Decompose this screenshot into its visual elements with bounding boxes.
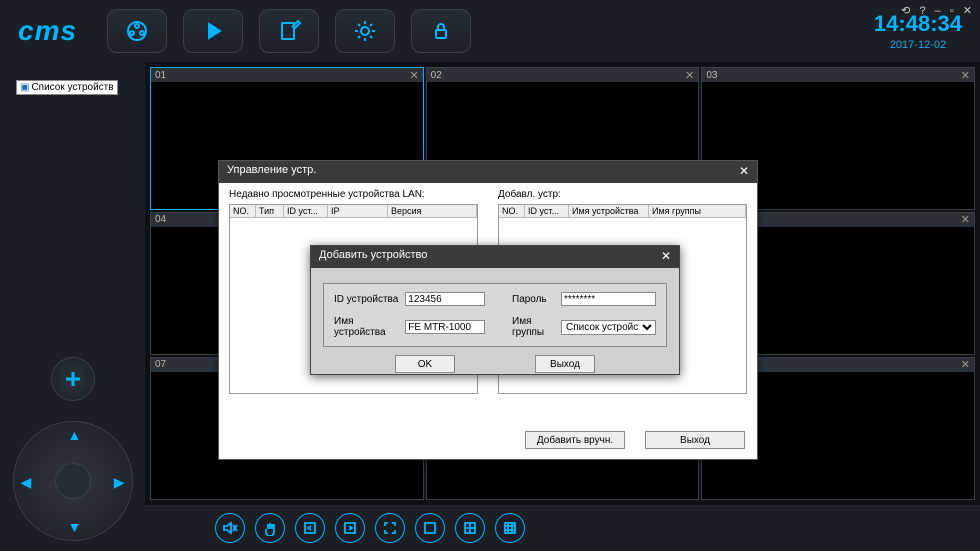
add-button[interactable]	[51, 357, 95, 401]
group-select[interactable]: Список устройств	[561, 320, 656, 335]
clock-date: 2017-12-02	[874, 39, 962, 51]
cell-close[interactable]: ✕	[685, 69, 694, 82]
edit-button[interactable]	[259, 9, 319, 53]
logo: cms	[18, 15, 77, 47]
col-ver[interactable]: Версия	[388, 205, 477, 217]
cell-close[interactable]: ✕	[961, 358, 970, 371]
cell-label: 07	[155, 359, 166, 370]
sync-icon[interactable]: ⟲	[901, 5, 912, 17]
gear-icon	[353, 19, 377, 43]
ptz-down[interactable]: ▼	[68, 519, 82, 535]
cell-close[interactable]: ✕	[409, 69, 418, 82]
grid1-icon	[422, 520, 438, 536]
close-icon[interactable]: ✕	[963, 5, 974, 17]
settings-button[interactable]	[335, 9, 395, 53]
mute-button[interactable]	[215, 513, 245, 543]
col-type[interactable]: Тип	[256, 205, 284, 217]
expand-icon	[382, 520, 398, 536]
lock-icon	[429, 19, 453, 43]
cell-close[interactable]: ✕	[961, 69, 970, 82]
next-icon	[342, 520, 358, 536]
maximize-icon[interactable]: ▫	[950, 5, 956, 17]
prev-page-button[interactable]	[295, 513, 325, 543]
play-button[interactable]	[183, 9, 243, 53]
reel-icon	[125, 19, 149, 43]
col-id[interactable]: ID уст...	[284, 205, 328, 217]
lock-button[interactable]	[411, 9, 471, 53]
cell-label: 04	[155, 214, 166, 225]
next-page-button[interactable]	[335, 513, 365, 543]
cell-label: 01	[155, 70, 166, 81]
help-icon[interactable]: ?	[919, 5, 927, 17]
add-device-dialog: Добавить устройство ✕ ID устройства Паро…	[310, 245, 680, 375]
cell-close[interactable]: ✕	[961, 213, 970, 226]
password-label: Пароль	[512, 294, 561, 305]
dialog1-title: Управление устр.	[227, 164, 316, 180]
minimize-icon[interactable]: –	[935, 5, 943, 17]
playback-button[interactable]	[107, 9, 167, 53]
password-input[interactable]	[561, 292, 656, 306]
layout-9-button[interactable]	[495, 513, 525, 543]
tree-collapse-icon: ▣	[20, 82, 29, 93]
col-ip[interactable]: IP	[328, 205, 388, 217]
header: cms 14:48:34 2017-12-02	[0, 0, 980, 62]
dialog2-exit-button[interactable]: Выход	[535, 355, 595, 373]
ptz-center-button[interactable]	[55, 463, 91, 499]
col-name[interactable]: Имя устройства	[569, 205, 649, 217]
mute-icon	[222, 520, 238, 536]
edit-icon	[277, 19, 301, 43]
col-no[interactable]: NO.	[499, 205, 525, 217]
dialog2-title: Добавить устройство	[319, 249, 427, 265]
ok-button[interactable]: OK	[395, 355, 455, 373]
cell-label: 02	[431, 70, 442, 81]
dialog2-close[interactable]: ✕	[661, 249, 671, 265]
exit-button[interactable]: Выход	[645, 431, 745, 449]
grid9-icon	[502, 520, 518, 536]
fullscreen-button[interactable]	[375, 513, 405, 543]
plus-icon	[64, 370, 82, 388]
device-name-label: Имя устройства	[334, 316, 405, 338]
device-name-input[interactable]	[405, 320, 485, 334]
layout-4-button[interactable]	[455, 513, 485, 543]
hand-icon	[262, 520, 278, 536]
device-id-label: ID устройства	[334, 294, 405, 305]
ptz-up[interactable]: ▲	[68, 427, 82, 443]
ptz-right[interactable]: ▶	[114, 474, 125, 491]
sidebar: ▣Список устройств ▲ ▼ ◀ ▶	[0, 62, 145, 551]
ptz-control: ▲ ▼ ◀ ▶	[13, 421, 133, 541]
play-icon	[201, 19, 225, 43]
cell-label: 03	[706, 70, 717, 81]
ptz-left[interactable]: ◀	[21, 474, 32, 491]
hand-button[interactable]	[255, 513, 285, 543]
col-no[interactable]: NO.	[230, 205, 256, 217]
prev-icon	[302, 520, 318, 536]
added-devices-label: Добавл. устр:	[498, 189, 747, 200]
grid4-icon	[462, 520, 478, 536]
bottom-toolbar	[145, 505, 980, 551]
lan-devices-label: Недавно просмотренные устройства LAN:	[229, 189, 478, 200]
group-name-label: Имя группы	[512, 316, 561, 338]
tree-root-label: Список устройств	[31, 82, 113, 93]
layout-1-button[interactable]	[415, 513, 445, 543]
col-id[interactable]: ID уст...	[525, 205, 569, 217]
device-tree-root[interactable]: ▣Список устройств	[16, 80, 118, 95]
add-manual-button[interactable]: Добавить вручн.	[525, 431, 625, 449]
device-id-input[interactable]	[405, 292, 485, 306]
col-group[interactable]: Имя группы	[649, 205, 746, 217]
dialog1-close[interactable]: ✕	[739, 164, 749, 180]
